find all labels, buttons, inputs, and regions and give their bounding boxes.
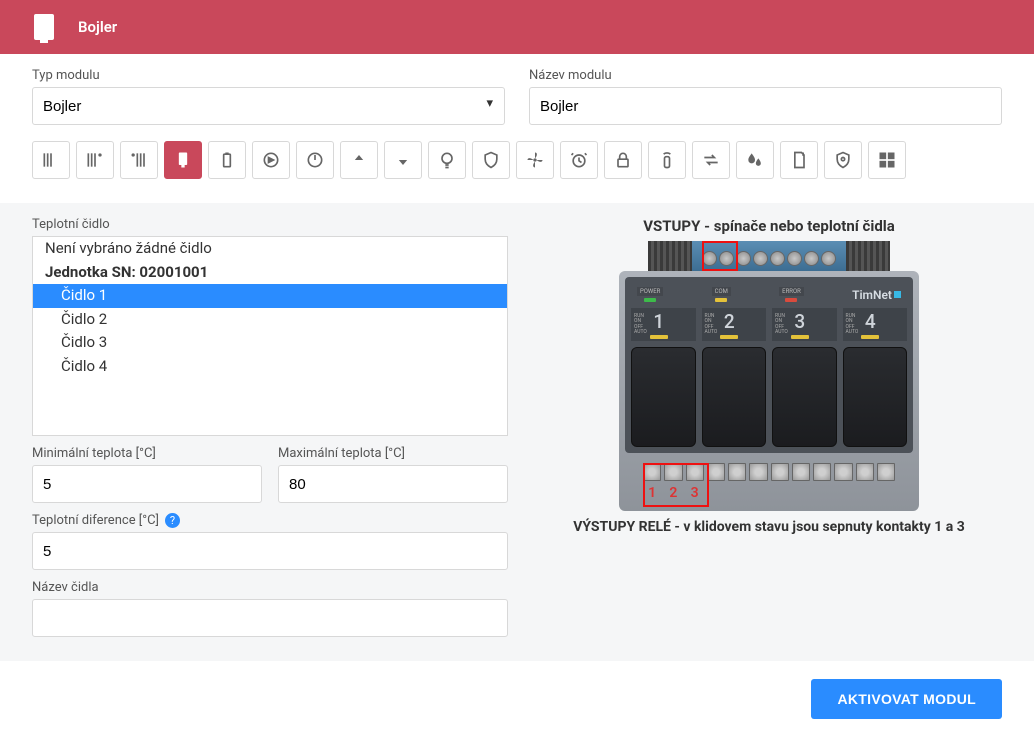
- device-switch-2: [702, 347, 767, 447]
- boiler-icon: [34, 14, 54, 40]
- power-led-icon: [644, 298, 656, 302]
- device-brand: TimNet: [852, 288, 901, 302]
- module-type-power-icon[interactable]: [296, 141, 334, 179]
- footer-bar: AKTIVOVAT MODUL: [0, 661, 1034, 747]
- module-type-swap-icon[interactable]: [692, 141, 730, 179]
- sensor-listbox[interactable]: Není vybráno žádné čidloJednotka SN: 020…: [32, 236, 508, 436]
- max-temp-input[interactable]: [278, 465, 508, 503]
- din-rail-right-icon: [846, 241, 890, 271]
- sensor-option-3[interactable]: Čidlo 3: [33, 331, 507, 355]
- input-terminals: [692, 241, 846, 271]
- channel-3: RUNONOFFAUTO3: [772, 308, 837, 341]
- outputs-title: VÝSTUPY RELÉ - v klidovem stavu jsou sep…: [536, 519, 1002, 535]
- channel-1: RUNONOFFAUTO1: [631, 308, 696, 341]
- module-type-boiler-icon[interactable]: [164, 141, 202, 179]
- sensor-option-2[interactable]: Čidlo 2: [33, 308, 507, 332]
- device-diagram: POWER COM ERROR: [619, 241, 919, 511]
- error-led-label: ERROR: [779, 287, 804, 296]
- module-type-up-icon[interactable]: [340, 141, 378, 179]
- output-highlight: [643, 463, 709, 507]
- unit-header: Jednotka SN: 02001001: [33, 261, 507, 285]
- module-type-pump-icon[interactable]: [252, 141, 290, 179]
- module-type-fan-icon[interactable]: [516, 141, 554, 179]
- device-switch-3: [772, 347, 837, 447]
- module-type-shield1-icon[interactable]: [472, 141, 510, 179]
- device-switch-4: [843, 347, 908, 447]
- module-type-down-icon[interactable]: [384, 141, 422, 179]
- din-rail-left-icon: [648, 241, 692, 271]
- module-type-bars1-icon[interactable]: [32, 141, 70, 179]
- sensor-option-1[interactable]: Čidlo 1: [33, 284, 507, 308]
- com-led-label: COM: [712, 287, 731, 296]
- help-icon[interactable]: ?: [165, 513, 180, 528]
- sensor-label: Teplotní čidlo: [32, 217, 508, 232]
- min-temp-label: Minimální teplota [°C]: [32, 446, 262, 461]
- icon-row: [32, 141, 1002, 179]
- sensor-none-option[interactable]: Není vybráno žádné čidlo: [33, 237, 507, 261]
- module-name-input[interactable]: [529, 87, 1002, 125]
- module-type-select[interactable]: Bojler: [32, 87, 505, 125]
- module-type-bulb-icon[interactable]: [428, 141, 466, 179]
- module-type-label: Typ modulu: [32, 68, 505, 83]
- inputs-title: VSTUPY - spínače nebo teplotní čidla: [536, 217, 1002, 235]
- diff-label: Teplotní diference [°C] ?: [32, 513, 508, 528]
- module-name-label: Název modulu: [529, 68, 1002, 83]
- activate-module-button[interactable]: AKTIVOVAT MODUL: [811, 679, 1002, 719]
- page-header: Bojler: [0, 0, 1034, 54]
- content-area: Typ modulu Bojler Název modulu Teplotní …: [0, 54, 1034, 661]
- power-led-label: POWER: [637, 287, 663, 296]
- module-type-lock-icon[interactable]: [604, 141, 642, 179]
- module-type-grid-icon[interactable]: [868, 141, 906, 179]
- device-switch-1: [631, 347, 696, 447]
- sensor-option-4[interactable]: Čidlo 4: [33, 355, 507, 379]
- error-led-icon: [785, 298, 797, 302]
- module-type-bars3-icon[interactable]: [120, 141, 158, 179]
- module-type-shield2-icon[interactable]: [824, 141, 862, 179]
- page-title: Bojler: [78, 18, 117, 36]
- sensor-name-input[interactable]: [32, 599, 508, 637]
- module-type-drops-icon[interactable]: [736, 141, 774, 179]
- channel-4: RUNONOFFAUTO4: [843, 308, 908, 341]
- module-type-remote-icon[interactable]: [648, 141, 686, 179]
- com-led-icon: [715, 298, 727, 302]
- module-type-sdcard-icon[interactable]: [780, 141, 818, 179]
- module-type-battery-icon[interactable]: [208, 141, 246, 179]
- diff-input[interactable]: [32, 532, 508, 570]
- max-temp-label: Maximální teplota [°C]: [278, 446, 508, 461]
- sensor-name-label: Název čidla: [32, 580, 508, 595]
- min-temp-input[interactable]: [32, 465, 262, 503]
- module-type-alarm-icon[interactable]: [560, 141, 598, 179]
- module-type-bars2-icon[interactable]: [76, 141, 114, 179]
- channel-2: RUNONOFFAUTO2: [702, 308, 767, 341]
